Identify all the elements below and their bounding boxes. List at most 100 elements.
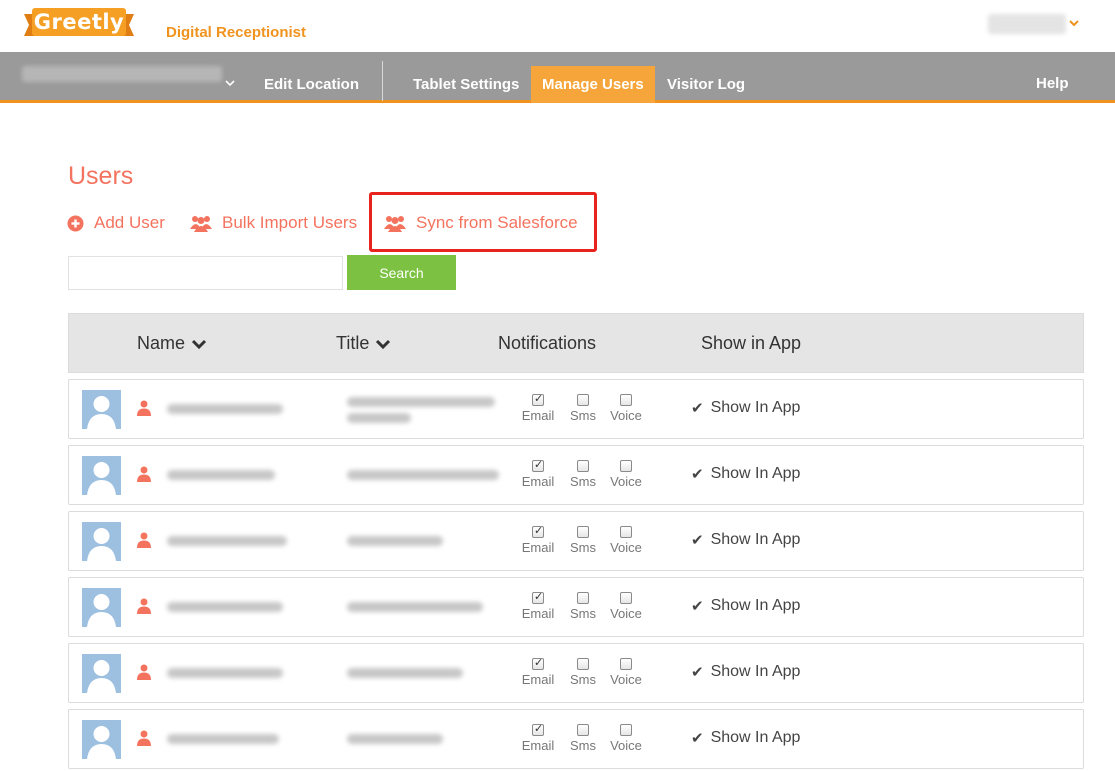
check-icon: ✔ xyxy=(691,465,704,483)
show-in-app-toggle[interactable]: ✔ Show In App xyxy=(691,465,800,483)
nav-edit-location[interactable]: Edit Location xyxy=(253,66,370,103)
sms-checkbox[interactable] xyxy=(577,526,589,538)
voice-notification: Voice xyxy=(606,724,646,753)
show-in-app-label: Show In App xyxy=(710,597,801,614)
show-in-app-toggle[interactable]: ✔ Show In App xyxy=(691,399,800,417)
voice-checkbox[interactable] xyxy=(620,724,632,736)
show-in-app-toggle[interactable]: ✔ Show In App xyxy=(691,729,800,747)
voice-notification: Voice xyxy=(606,394,646,423)
avatar xyxy=(82,720,121,759)
user-title xyxy=(347,470,499,480)
user-title xyxy=(347,413,411,423)
voice-label: Voice xyxy=(610,606,642,621)
nav-divider xyxy=(382,61,383,101)
nav-visitor-log[interactable]: Visitor Log xyxy=(656,66,756,103)
add-user-label: Add User xyxy=(94,213,165,232)
user-avatar-icon xyxy=(87,660,116,693)
table-row: Email Sms Voice ✔ Show In App xyxy=(68,577,1084,637)
user-name xyxy=(167,536,287,546)
show-in-app-column-header: Show in App xyxy=(701,333,802,353)
nav-tablet-settings[interactable]: Tablet Settings xyxy=(402,66,530,103)
page-title: Users xyxy=(68,162,134,190)
check-icon: ✔ xyxy=(691,531,704,549)
title-column-header[interactable]: Title xyxy=(336,333,391,354)
user-role-icon xyxy=(137,598,151,614)
email-label: Email xyxy=(521,606,555,621)
show-in-app-label: Show In App xyxy=(710,531,801,548)
chevron-down-icon[interactable] xyxy=(224,77,236,89)
email-notification: Email xyxy=(518,458,558,489)
voice-checkbox[interactable] xyxy=(620,460,632,472)
bulk-import-button[interactable]: Bulk Import Users xyxy=(190,211,357,235)
email-notification: Email xyxy=(518,656,558,687)
table-header: Name Title Notifications Show in App xyxy=(68,313,1084,373)
show-in-app-toggle[interactable]: ✔ Show In App xyxy=(691,531,800,549)
email-checkbox[interactable] xyxy=(532,524,544,538)
voice-checkbox[interactable] xyxy=(620,592,632,604)
email-checkbox[interactable] xyxy=(532,656,544,670)
nav-manage-users[interactable]: Manage Users xyxy=(531,66,655,103)
chevron-down-icon xyxy=(376,339,391,349)
sms-notification: Sms xyxy=(563,592,603,621)
name-column-header[interactable]: Name xyxy=(137,333,207,354)
account-menu[interactable] xyxy=(988,14,1066,34)
user-avatar-icon xyxy=(87,594,116,627)
name-column-label: Name xyxy=(137,333,186,353)
user-avatar-icon xyxy=(87,528,116,561)
chevron-down-icon[interactable] xyxy=(1067,16,1081,30)
voice-notification: Voice xyxy=(606,460,646,489)
user-name xyxy=(167,404,283,414)
voice-checkbox[interactable] xyxy=(620,658,632,670)
sms-notification: Sms xyxy=(563,394,603,423)
sms-checkbox[interactable] xyxy=(577,724,589,736)
user-avatar-icon xyxy=(87,462,116,495)
add-user-button[interactable]: Add User xyxy=(67,211,165,235)
sms-checkbox[interactable] xyxy=(577,658,589,670)
sms-notification: Sms xyxy=(563,460,603,489)
email-checkbox[interactable] xyxy=(532,392,544,406)
location-select[interactable] xyxy=(22,66,222,82)
check-icon: ✔ xyxy=(691,597,704,615)
nav-help[interactable]: Help xyxy=(1025,65,1080,102)
show-in-app-toggle[interactable]: ✔ Show In App xyxy=(691,663,800,681)
avatar xyxy=(82,456,121,495)
user-avatar-icon xyxy=(87,396,116,429)
user-name xyxy=(167,734,279,744)
voice-label: Voice xyxy=(610,672,642,687)
table-row: Email Sms Voice ✔ Show In App xyxy=(68,379,1084,439)
email-label: Email xyxy=(521,672,555,687)
greetly-logo[interactable]: Greetly xyxy=(24,6,134,42)
table-row: Email Sms Voice ✔ Show In App xyxy=(68,709,1084,769)
sms-checkbox[interactable] xyxy=(577,460,589,472)
show-in-app-label: Show In App xyxy=(710,465,801,482)
sms-label: Sms xyxy=(570,540,596,555)
show-in-app-toggle[interactable]: ✔ Show In App xyxy=(691,597,800,615)
search-button[interactable]: Search xyxy=(347,255,456,290)
sms-label: Sms xyxy=(570,738,596,753)
email-notification: Email xyxy=(518,392,558,423)
user-title xyxy=(347,734,443,744)
email-checkbox[interactable] xyxy=(532,458,544,472)
user-role-icon xyxy=(137,664,151,680)
email-label: Email xyxy=(521,408,555,423)
sms-label: Sms xyxy=(570,606,596,621)
voice-label: Voice xyxy=(610,474,642,489)
users-icon xyxy=(190,216,212,232)
voice-checkbox[interactable] xyxy=(620,394,632,406)
sms-label: Sms xyxy=(570,672,596,687)
user-title xyxy=(347,602,483,612)
product-name: Digital Receptionist xyxy=(166,24,307,41)
user-avatar-icon xyxy=(87,726,116,759)
check-icon: ✔ xyxy=(691,729,704,747)
avatar xyxy=(82,654,121,693)
email-checkbox[interactable] xyxy=(532,722,544,736)
sms-checkbox[interactable] xyxy=(577,394,589,406)
search-input[interactable] xyxy=(68,256,343,290)
user-title xyxy=(347,668,463,678)
email-checkbox[interactable] xyxy=(532,590,544,604)
voice-checkbox[interactable] xyxy=(620,526,632,538)
sms-checkbox[interactable] xyxy=(577,592,589,604)
user-name xyxy=(167,668,283,678)
voice-label: Voice xyxy=(610,408,642,423)
voice-notification: Voice xyxy=(606,526,646,555)
